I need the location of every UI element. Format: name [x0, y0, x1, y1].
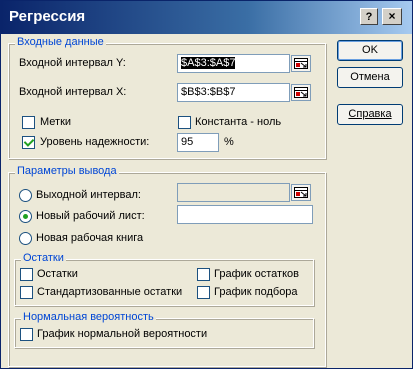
line-fit-plots-label: График подбора [214, 286, 298, 298]
range-select-icon [294, 58, 308, 69]
cancel-button[interactable]: Отмена [337, 67, 403, 88]
x-range-input[interactable]: $B$3:$B$7 [177, 83, 290, 102]
line-fit-plots-checkbox[interactable] [197, 286, 210, 299]
confidence-label: Уровень надежности: [40, 136, 150, 148]
output-group-label: Параметры вывода [15, 165, 119, 177]
output-range-select-button[interactable] [291, 184, 311, 201]
constant-zero-label: Константа - ноль [195, 116, 282, 128]
standardized-residuals-label: Стандартизованные остатки [37, 286, 183, 298]
range-select-icon [294, 187, 308, 198]
residuals-group: Остатки [14, 252, 314, 306]
residual-plots-checkbox[interactable] [197, 268, 210, 281]
help-button-label: Справка [348, 108, 392, 120]
residuals-label: Остатки [37, 268, 78, 280]
help-button[interactable]: Справка [337, 104, 403, 125]
range-select-icon [294, 87, 308, 98]
title-bar: Регрессия ? × [1, 1, 412, 34]
title-help-button[interactable]: ? [360, 8, 378, 25]
new-sheet-label: Новый рабочий лист: [36, 210, 145, 222]
residuals-group-label: Остатки [21, 252, 66, 264]
confidence-checkbox[interactable] [22, 136, 35, 149]
confidence-unit: % [224, 136, 234, 148]
new-workbook-label: Новая рабочая книга [36, 232, 144, 244]
y-range-value: $A$3:$A$7 [181, 57, 236, 69]
input-data-group-label: Входные данные [15, 36, 106, 48]
normal-plot-checkbox[interactable] [20, 328, 33, 341]
ok-button[interactable]: OK [337, 40, 403, 61]
normal-probability-group-label: Нормальная вероятность [21, 311, 156, 323]
close-button[interactable]: × [382, 8, 402, 25]
new-sheet-radio[interactable] [19, 210, 32, 223]
output-range-label: Выходной интервал: [36, 189, 141, 201]
y-range-label: Входной интервал Y: [19, 57, 126, 69]
output-range-radio[interactable] [19, 189, 32, 202]
y-range-input[interactable]: $A$3:$A$7 [177, 54, 290, 73]
normal-plot-label: График нормальной вероятности [37, 328, 208, 340]
confidence-value: 95 [181, 136, 194, 148]
output-range-input[interactable] [177, 183, 290, 202]
x-range-select-button[interactable] [291, 84, 311, 101]
window-title: Регрессия [9, 8, 86, 25]
labels-checkbox[interactable] [22, 116, 35, 129]
new-sheet-input[interactable] [177, 205, 313, 224]
y-range-select-button[interactable] [291, 55, 311, 72]
confidence-input[interactable]: 95 [177, 133, 219, 152]
x-range-label: Входной интервал X: [19, 86, 127, 98]
constant-zero-checkbox[interactable] [178, 116, 191, 129]
regression-dialog: Регрессия ? × OK Отмена Справка Входные … [0, 0, 413, 369]
new-workbook-radio[interactable] [19, 232, 32, 245]
residuals-checkbox[interactable] [20, 268, 33, 281]
residual-plots-label: График остатков [214, 268, 299, 280]
x-range-value: $B$3:$B$7 [181, 86, 236, 98]
labels-checkbox-label: Метки [40, 116, 72, 128]
standardized-residuals-checkbox[interactable] [20, 286, 33, 299]
